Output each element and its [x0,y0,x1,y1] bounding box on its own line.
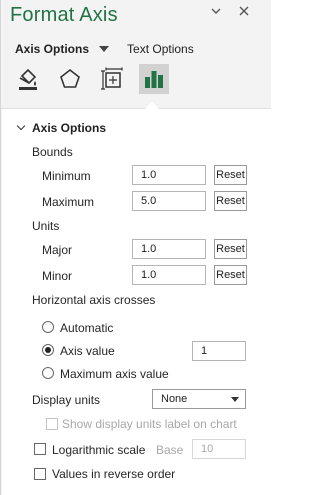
axis-value-input[interactable]: 1 [192,341,246,361]
bounds-label: Bounds [32,145,73,159]
chevron-down-icon [231,397,239,402]
fill-line-icon[interactable] [13,64,43,94]
section-axis-options[interactable]: Axis Options [16,121,106,135]
axis-value-radio[interactable] [42,344,54,356]
pane-title: Format Axis [10,4,118,26]
maximum-label: Maximum [42,195,95,209]
size-properties-icon[interactable] [97,64,127,94]
units-label: Units [32,219,60,233]
reverse-order-checkbox[interactable] [34,468,46,480]
major-input[interactable]: 1.0 [132,239,206,259]
axis-value-label[interactable]: Axis value [60,344,115,358]
maximum-reset-button[interactable]: Reset [214,191,247,211]
major-reset-button[interactable]: Reset [214,239,247,259]
options-tabs: Axis Options Text Options [15,40,200,58]
tab-text-options[interactable]: Text Options [127,42,194,56]
show-units-label-checkbox[interactable] [46,418,58,430]
minor-input[interactable]: 1.0 [132,265,206,285]
major-label: Major [42,243,73,257]
minor-reset-button[interactable]: Reset [214,265,247,285]
axis-options-icon[interactable] [139,64,169,94]
automatic-label[interactable]: Automatic [60,321,113,335]
tab-axis-options[interactable]: Axis Options [15,42,89,56]
minimum-reset-button[interactable]: Reset [214,165,247,185]
icon-tabs [13,64,181,98]
chevron-down-icon [16,121,26,131]
maximum-axis-value-radio[interactable] [42,367,54,379]
chevron-down-icon[interactable] [99,46,110,52]
logarithmic-scale-label[interactable]: Logarithmic scale [52,443,145,457]
effects-icon[interactable] [55,64,85,94]
minimum-input[interactable]: 1.0 [132,165,206,185]
close-icon[interactable] [237,5,251,19]
reverse-order-label[interactable]: Values in reverse order [52,467,175,481]
display-units-label: Display units [32,393,101,407]
base-label: Base [156,443,184,457]
logarithmic-scale-checkbox[interactable] [34,443,46,455]
minor-label: Minor [42,269,73,283]
selected-tab-pointer [145,102,159,109]
automatic-radio[interactable] [42,321,54,333]
display-units-select[interactable]: None [152,389,246,409]
minimum-label: Minimum [42,169,91,183]
maximum-axis-value-label[interactable]: Maximum axis value [60,367,169,381]
show-units-label-text: Show display units label on chart [62,417,237,431]
pane-options-icon[interactable] [209,5,223,19]
display-units-value: None [161,393,188,405]
axis-options-body: Axis Options Bounds Minimum 1.0 Reset Ma… [2,109,271,495]
base-input[interactable]: 10 [192,439,246,459]
pane-header: Format Axis Axis Options Text Options [1,0,271,105]
format-axis-pane: Format Axis Axis Options Text Options Ax… [0,0,271,495]
maximum-input[interactable]: 5.0 [132,191,206,211]
section-title: Axis Options [32,121,107,135]
axis-crosses-label: Horizontal axis crosses [32,293,156,307]
